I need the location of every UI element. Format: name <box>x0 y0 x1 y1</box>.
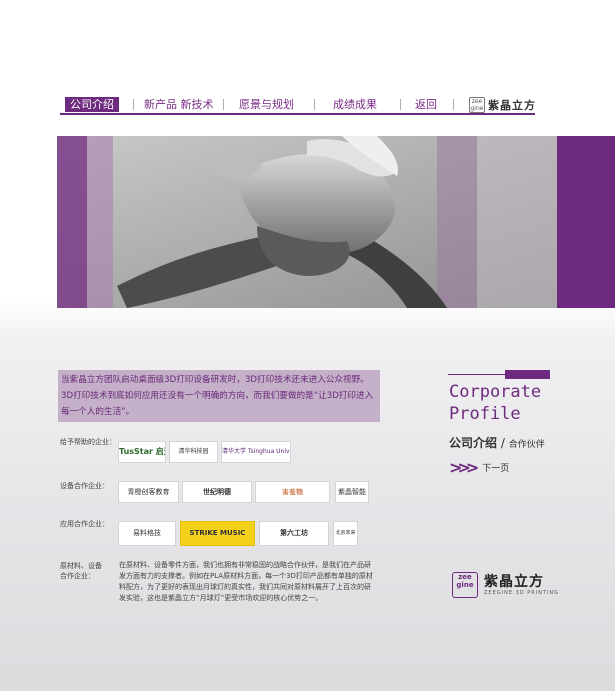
triple-chevron-right-icon: >>> <box>449 458 479 477</box>
materials-label: 原材料、设备 合作企业： <box>60 561 102 581</box>
brand-text-block: 紫晶立方 ZEEGINE 3D PRINTING <box>484 573 560 596</box>
intro-paragraph: 当紫晶立方团队启动桌面级3D打印设备研发时，3D打印技术还未进入公众视野。3D打… <box>58 370 380 422</box>
title-rule <box>448 374 505 375</box>
title-accent-bar <box>505 370 550 379</box>
nav-item-company-profile[interactable]: 公司介绍 <box>65 97 119 112</box>
next-page-button[interactable]: >>> 下一页 <box>449 458 509 477</box>
nav-item-back[interactable]: 返回 <box>415 97 437 112</box>
slash-separator: / <box>497 436 509 450</box>
nav-divider <box>400 99 401 110</box>
tusstar-logo: TusStar 启迪之星 <box>118 441 166 463</box>
yiliao-gets-logo: 易料格技 <box>118 521 176 546</box>
nav-divider <box>314 99 315 110</box>
section-subtitle: 公司介绍 / 合作伙伴 <box>449 434 545 451</box>
nav-underline <box>60 113 535 115</box>
nav-item-vision[interactable]: 愿景与规划 <box>239 97 294 112</box>
hands-together-illustration <box>57 136 615 308</box>
brand-mark-icon: zee gine <box>452 572 478 598</box>
application-partners-label: 应用合作企业： <box>60 520 109 528</box>
top-nav: 公司介绍 新产品 新技术 愿景与规划 成绩成果 返回 <box>60 97 535 113</box>
nav-item-achievements[interactable]: 成绩成果 <box>333 97 377 112</box>
zijing-smart-logo: 紫晶智能 <box>335 481 369 503</box>
nav-divider <box>133 99 134 110</box>
nav-item-new-products[interactable]: 新产品 新技术 <box>144 97 214 112</box>
qingcheng-maker-logo: 青橙创客教育 <box>118 481 179 503</box>
future-logo: 北京未来 <box>333 521 358 546</box>
nav-divider <box>223 99 224 110</box>
equipment-partners-label: 设备合作企业： <box>60 482 109 490</box>
nav-divider <box>453 99 454 110</box>
section-title: Corporate Profile <box>449 381 541 425</box>
strike-music-logo: STRIKE MUSIC <box>180 521 255 546</box>
tsinghua-science-park-logo: 清华科技园 <box>169 441 218 463</box>
century-mingde-logo: 世纪明德 <box>182 481 252 503</box>
section-title-line2: Profile <box>449 404 521 424</box>
section-title-line1: Corporate <box>449 382 542 402</box>
hero-banner-image <box>57 136 615 308</box>
brand-mark-icon: zee gine <box>469 97 485 113</box>
zeegine-brand-logo: zee gine 紫晶立方 ZEEGINE 3D PRINTING <box>452 572 559 598</box>
next-page-label: 下一页 <box>482 464 510 474</box>
nav-logo[interactable]: zee gine 紫晶立方 <box>469 96 536 114</box>
section-subtitle-small: 合作伙伴 <box>508 440 545 450</box>
materials-description: 在原材料、设备零件方面，我们也拥有非常稳固的战略合作伙伴，是我们在产品研发方面有… <box>119 561 373 602</box>
sixth-workshop-logo: 第六工坊 <box>259 521 329 546</box>
haixiutang-logo: 害羞糖 <box>255 481 330 503</box>
tsinghua-university-logo: 清华大学 Tsinghua University <box>221 441 291 463</box>
helpers-label: 给予帮助的企业： <box>60 438 116 446</box>
materials-label-line1: 原材料、设备 <box>60 562 102 570</box>
brand-english: ZEEGINE 3D PRINTING <box>484 589 560 596</box>
section-subtitle-main: 公司介绍 <box>449 436 498 450</box>
brand-name: 紫晶立方 <box>484 573 544 590</box>
materials-label-line2: 合作企业： <box>60 572 95 580</box>
nav-logo-text: 紫晶立方 <box>488 99 536 112</box>
